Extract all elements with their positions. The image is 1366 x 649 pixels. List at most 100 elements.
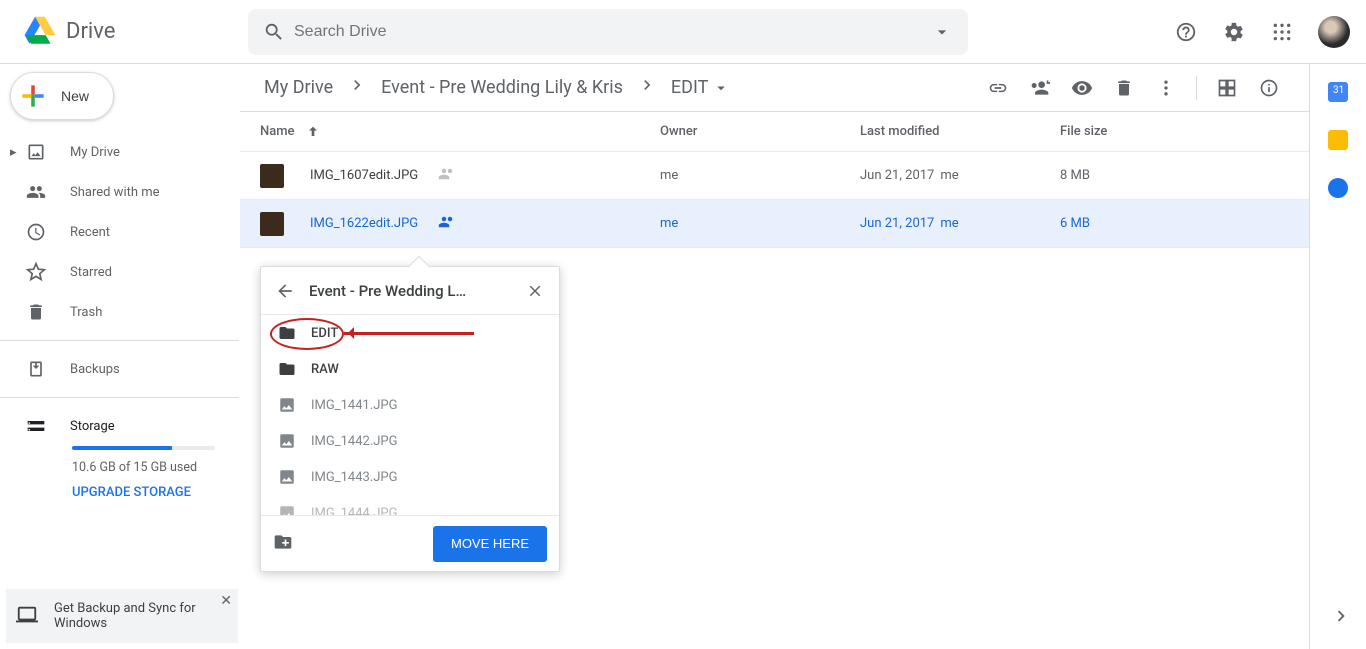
tasks-addon-icon[interactable] xyxy=(1328,178,1348,198)
shared-badge-icon xyxy=(438,165,456,187)
column-owner[interactable]: Owner xyxy=(660,124,860,139)
popup-item-label: RAW xyxy=(311,362,339,377)
sidebar-item-backups[interactable]: Backups xyxy=(0,349,239,389)
file-thumbnail xyxy=(260,164,284,188)
apps-icon[interactable] xyxy=(1262,12,1302,52)
table-header: Name Owner Last modified File size xyxy=(240,112,1309,152)
column-modified[interactable]: Last modified xyxy=(860,124,1060,139)
sidebar-item-label: Starred xyxy=(70,265,112,280)
share-icon[interactable] xyxy=(1020,68,1060,108)
settings-icon[interactable] xyxy=(1214,12,1254,52)
back-icon[interactable] xyxy=(269,275,301,307)
dropdown-icon[interactable] xyxy=(922,12,962,52)
file-owner: me xyxy=(660,216,860,231)
new-button[interactable]: New xyxy=(10,72,114,120)
toolbar-actions xyxy=(978,68,1289,108)
trash-icon xyxy=(24,300,48,324)
sort-arrow-up-icon xyxy=(305,124,321,140)
sidebar-item-label: My Drive xyxy=(70,145,120,160)
breadcrumb-current-label: EDIT xyxy=(671,77,708,98)
popup-file-item[interactable]: IMG_1441.JPG xyxy=(261,387,559,423)
column-name-label: Name xyxy=(260,124,295,139)
logo-area[interactable]: Drive xyxy=(8,12,248,52)
toolbar: My Drive Event - Pre Wedding Lily & Kris… xyxy=(240,64,1309,112)
storage-icon xyxy=(24,414,48,438)
sidebar-item-starred[interactable]: Starred xyxy=(0,252,239,292)
file-modified: Jun 21, 2017me xyxy=(860,168,1060,183)
more-icon[interactable] xyxy=(1146,68,1186,108)
breadcrumb-current[interactable]: EDIT xyxy=(667,73,734,102)
side-panel: 31 xyxy=(1310,64,1366,649)
sidebar-item-label: Trash xyxy=(70,305,102,320)
popup-title: Event - Pre Wedding L… xyxy=(301,282,519,300)
file-name: IMG_1622edit.JPG xyxy=(310,216,418,231)
storage-bar xyxy=(72,446,215,450)
app-name: Drive xyxy=(66,19,115,44)
popup-folder-list[interactable]: EDIT RAW IMG_1441.JPG IMG_1442.JPG IMG_1… xyxy=(261,315,559,515)
close-icon[interactable]: ✕ xyxy=(220,593,232,609)
keep-addon-icon[interactable] xyxy=(1328,130,1348,150)
shared-badge-icon xyxy=(438,213,456,235)
file-row[interactable]: IMG_1607edit.JPG me Jun 21, 2017me 8 MB xyxy=(240,152,1309,200)
upgrade-storage-link[interactable]: UPGRADE STORAGE xyxy=(0,485,239,500)
popup-item-label: EDIT xyxy=(311,326,338,341)
storage-usage-text: 10.6 GB of 15 GB used xyxy=(0,460,239,475)
search-icon[interactable] xyxy=(254,12,294,52)
backup-banner-text: Get Backup and Sync for Windows xyxy=(54,601,228,631)
desktop-icon xyxy=(16,604,40,628)
file-modified: Jun 21, 2017me xyxy=(860,216,1060,231)
move-to-popup: Event - Pre Wedding L… EDIT RAW IMG_1441… xyxy=(260,266,560,572)
get-link-icon[interactable] xyxy=(978,68,1018,108)
storage-label-text: Storage xyxy=(70,419,115,434)
search-input[interactable] xyxy=(294,23,922,41)
column-name[interactable]: Name xyxy=(260,124,660,140)
image-file-icon xyxy=(277,467,297,487)
expand-icon[interactable]: ▸ xyxy=(10,145,22,160)
popup-folder-item[interactable]: RAW xyxy=(261,351,559,387)
sidebar-item-recent[interactable]: Recent xyxy=(0,212,239,252)
search-bar[interactable] xyxy=(248,9,968,55)
chevron-right-icon[interactable] xyxy=(1330,605,1352,631)
sidebar-item-storage[interactable]: Storage xyxy=(0,406,239,446)
popup-footer: MOVE HERE xyxy=(261,515,559,571)
chevron-right-icon xyxy=(637,75,657,100)
people-icon xyxy=(24,180,48,204)
breadcrumb-item[interactable]: Event - Pre Wedding Lily & Kris xyxy=(377,73,627,102)
file-owner: me xyxy=(660,168,860,183)
popup-file-item[interactable]: IMG_1444.JPG xyxy=(261,495,559,515)
column-size[interactable]: File size xyxy=(1060,124,1190,139)
header-actions xyxy=(1166,12,1358,52)
breadcrumb-item[interactable]: My Drive xyxy=(260,73,337,102)
star-icon xyxy=(24,260,48,284)
file-row[interactable]: IMG_1622edit.JPG me Jun 21, 2017me 6 MB xyxy=(240,200,1309,248)
file-thumbnail xyxy=(260,212,284,236)
sidebar: New ▸ My Drive Shared with me Recent Sta… xyxy=(0,64,240,649)
info-icon[interactable] xyxy=(1249,68,1289,108)
preview-icon[interactable] xyxy=(1062,68,1102,108)
sidebar-item-shared[interactable]: Shared with me xyxy=(0,172,239,212)
header: Drive xyxy=(0,0,1366,64)
account-avatar[interactable] xyxy=(1318,16,1350,48)
plus-icon xyxy=(17,80,49,112)
folder-icon xyxy=(277,359,297,379)
popup-file-item[interactable]: IMG_1443.JPG xyxy=(261,459,559,495)
grid-view-icon[interactable] xyxy=(1207,68,1247,108)
calendar-addon-icon[interactable]: 31 xyxy=(1328,82,1348,102)
image-file-icon xyxy=(277,395,297,415)
new-folder-icon[interactable] xyxy=(273,532,293,556)
clock-icon xyxy=(24,220,48,244)
folder-icon xyxy=(277,323,297,343)
popup-file-item[interactable]: IMG_1442.JPG xyxy=(261,423,559,459)
drive-logo-icon xyxy=(20,12,60,52)
close-icon[interactable] xyxy=(519,275,551,307)
remove-icon[interactable] xyxy=(1104,68,1144,108)
sidebar-item-my-drive[interactable]: ▸ My Drive xyxy=(0,132,239,172)
file-name: IMG_1607edit.JPG xyxy=(310,168,418,183)
backup-banner[interactable]: Get Backup and Sync for Windows ✕ xyxy=(6,589,238,643)
sidebar-item-trash[interactable]: Trash xyxy=(0,292,239,332)
sidebar-item-label: Shared with me xyxy=(70,185,160,200)
popup-folder-item[interactable]: EDIT xyxy=(261,315,559,351)
breadcrumb: My Drive Event - Pre Wedding Lily & Kris… xyxy=(260,73,978,102)
move-here-button[interactable]: MOVE HERE xyxy=(433,526,547,562)
help-icon[interactable] xyxy=(1166,12,1206,52)
